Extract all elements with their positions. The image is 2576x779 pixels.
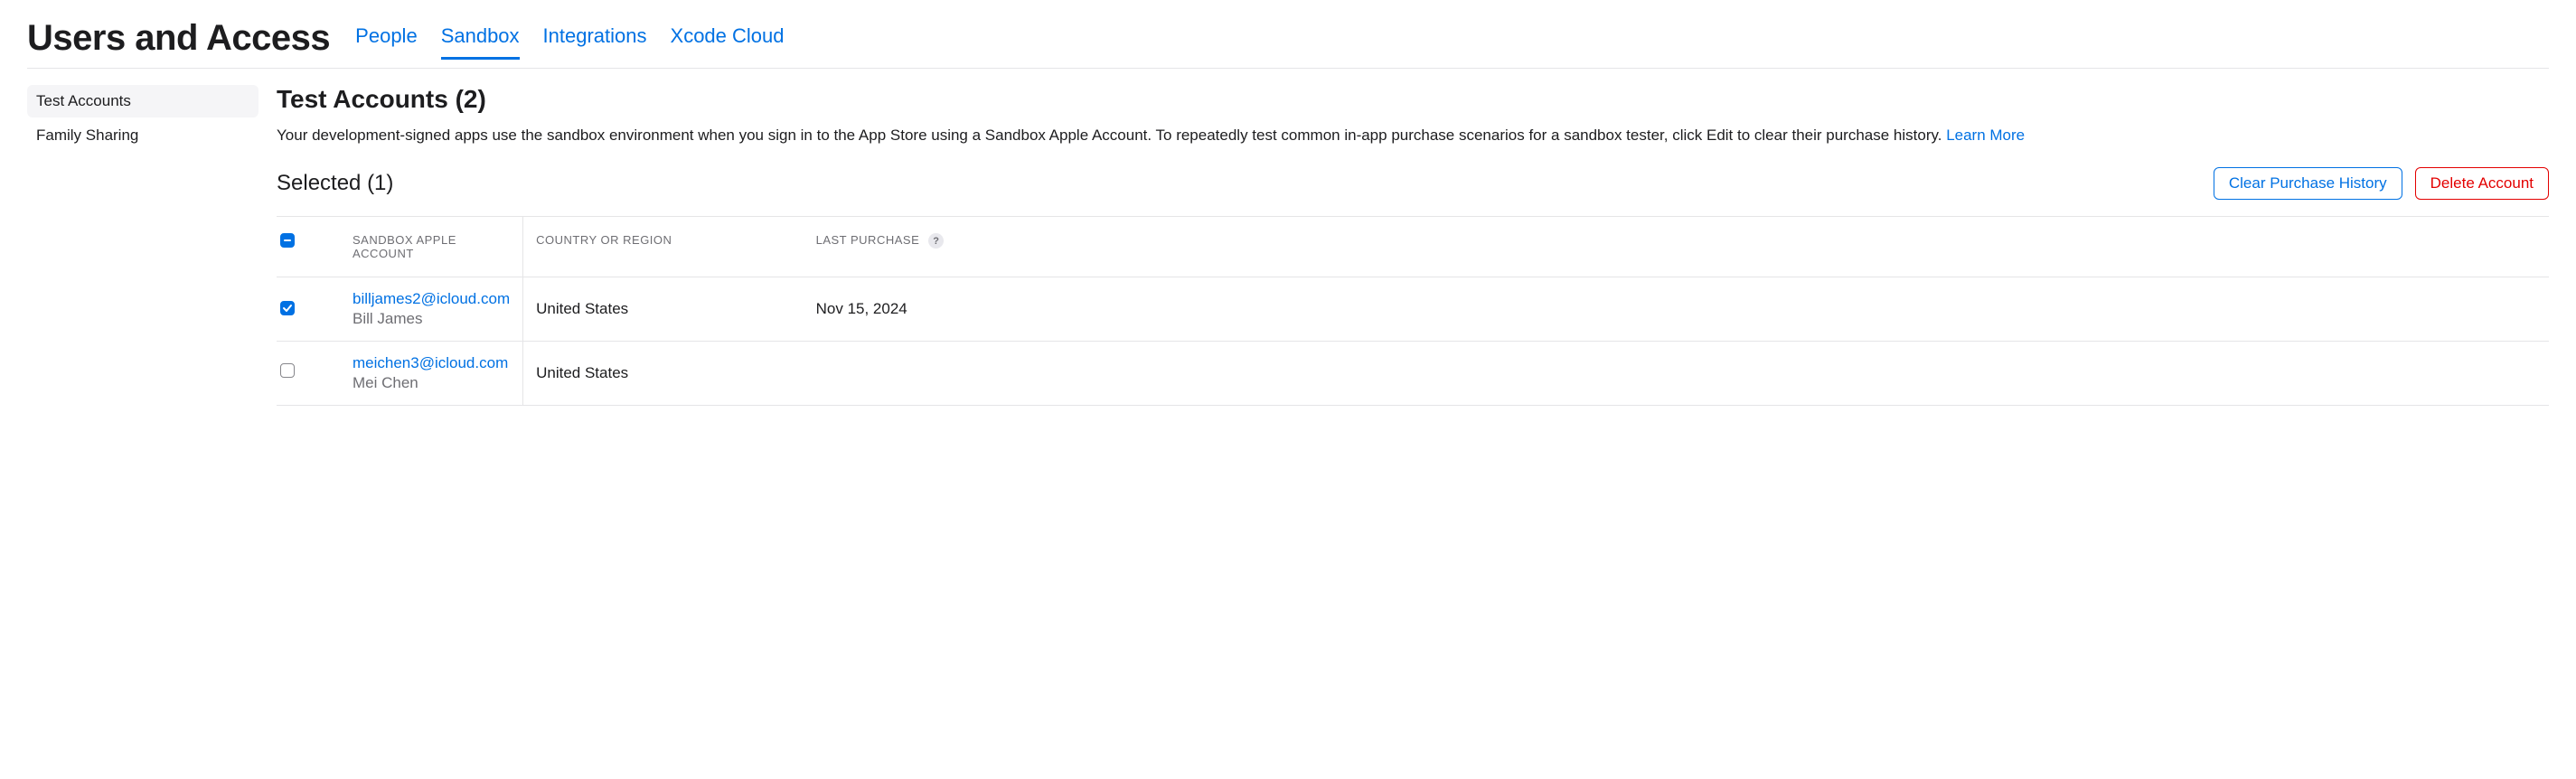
- tab-bar: People Sandbox Integrations Xcode Cloud: [355, 24, 784, 59]
- tab-integrations[interactable]: Integrations: [543, 24, 647, 59]
- account-email-link[interactable]: meichen3@icloud.com: [353, 354, 510, 372]
- delete-account-button[interactable]: Delete Account: [2415, 167, 2549, 200]
- account-person-name: Bill James: [353, 310, 422, 327]
- tab-xcode-cloud[interactable]: Xcode Cloud: [671, 24, 785, 59]
- accounts-table: SANDBOX APPLE ACCOUNT COUNTRY OR REGION …: [277, 216, 2549, 406]
- account-cell: meichen3@icloud.com Mei Chen: [340, 341, 523, 405]
- row-checkbox[interactable]: [280, 363, 295, 378]
- content-area: Test Accounts Family Sharing Test Accoun…: [27, 85, 2549, 406]
- last-purchase-cell: Nov 15, 2024: [804, 277, 2549, 341]
- action-buttons: Clear Purchase History Delete Account: [2214, 167, 2549, 200]
- last-purchase-label: LAST PURCHASE: [816, 233, 920, 247]
- main-content: Test Accounts (2) Your development-signe…: [259, 85, 2549, 406]
- row-checkbox-cell: [277, 341, 340, 405]
- section-description: Your development-signed apps use the san…: [277, 125, 2549, 147]
- row-checkbox[interactable]: [280, 301, 295, 315]
- sidebar-item-label: Family Sharing: [36, 127, 138, 144]
- account-column-header: SANDBOX APPLE ACCOUNT: [340, 216, 523, 277]
- row-checkbox-cell: [277, 277, 340, 341]
- checkmark-icon: [282, 303, 293, 314]
- description-text: Your development-signed apps use the san…: [277, 127, 1946, 144]
- account-cell: billjames2@icloud.com Bill James: [340, 277, 523, 341]
- region-column-header: COUNTRY OR REGION: [523, 216, 804, 277]
- page-header: Users and Access People Sandbox Integrat…: [27, 18, 2549, 69]
- tab-sandbox[interactable]: Sandbox: [441, 24, 520, 59]
- sidebar-item-family-sharing[interactable]: Family Sharing: [27, 119, 259, 152]
- sidebar-item-test-accounts[interactable]: Test Accounts: [27, 85, 259, 117]
- learn-more-link[interactable]: Learn More: [1946, 127, 2025, 144]
- account-person-name: Mei Chen: [353, 374, 418, 391]
- select-all-checkbox[interactable]: [280, 233, 295, 248]
- selection-row: Selected (1) Clear Purchase History Dele…: [277, 167, 2549, 200]
- indeterminate-icon: [282, 235, 293, 246]
- clear-purchase-history-button[interactable]: Clear Purchase History: [2214, 167, 2402, 200]
- account-email-link[interactable]: billjames2@icloud.com: [353, 290, 510, 308]
- page-title: Users and Access: [27, 18, 330, 59]
- table-header-row: SANDBOX APPLE ACCOUNT COUNTRY OR REGION …: [277, 216, 2549, 277]
- help-icon[interactable]: ?: [928, 233, 944, 249]
- sidebar-item-label: Test Accounts: [36, 92, 131, 109]
- region-cell: United States: [523, 341, 804, 405]
- selected-count: Selected (1): [277, 171, 393, 196]
- section-title: Test Accounts (2): [277, 85, 2549, 114]
- tab-people[interactable]: People: [355, 24, 418, 59]
- last-purchase-column-header: LAST PURCHASE ?: [804, 216, 2549, 277]
- table-row: billjames2@icloud.com Bill James United …: [277, 277, 2549, 341]
- select-all-header: [277, 216, 340, 277]
- sidebar: Test Accounts Family Sharing: [27, 85, 259, 406]
- table-row: meichen3@icloud.com Mei Chen United Stat…: [277, 341, 2549, 405]
- last-purchase-cell: [804, 341, 2549, 405]
- region-cell: United States: [523, 277, 804, 341]
